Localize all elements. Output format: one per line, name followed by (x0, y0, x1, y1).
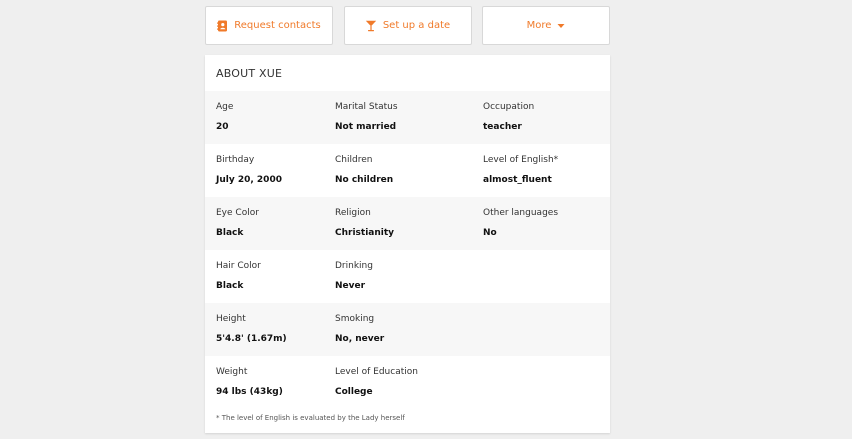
field-label: Level of English* (483, 155, 559, 165)
info-field-occupation: Occupation teacher (483, 101, 534, 134)
info-field-birthday: Birthday July 20, 2000 (216, 154, 282, 187)
info-field-smoking: Smoking No, never (335, 313, 384, 346)
field-value: teacher (483, 122, 522, 132)
info-field-level-of-education: Level of Education College (335, 366, 418, 399)
info-field-eye-color: Eye Color Black (216, 207, 259, 240)
field-value: July 20, 2000 (216, 175, 282, 185)
field-label: Weight (216, 367, 248, 377)
field-label: Drinking (335, 261, 373, 271)
field-label: Level of Education (335, 367, 418, 377)
more-label: More (526, 20, 552, 31)
set-up-date-button[interactable]: Set up a date (343, 6, 472, 45)
caret-down-icon (557, 23, 565, 29)
info-field-weight: Weight 94 lbs (43kg) (216, 366, 283, 399)
info-field-other-languages: Other languages No (483, 207, 558, 240)
field-label: Age (216, 102, 234, 112)
cocktail-glass-icon (365, 20, 377, 32)
info-field-religion: Religion Christianity (335, 207, 394, 240)
field-label: Occupation (483, 102, 535, 112)
more-button[interactable]: More (482, 6, 610, 45)
set-up-date-label: Set up a date (382, 20, 451, 31)
info-row: Eye Color Black Religion Christianity Ot… (205, 197, 610, 250)
field-label: Smoking (335, 314, 375, 324)
field-value: Not married (335, 122, 397, 132)
field-value: No children (335, 175, 394, 185)
field-value: Christianity (335, 228, 395, 238)
field-value: No, never (335, 334, 385, 344)
info-row: Weight 94 lbs (43kg) Level of Education … (205, 356, 610, 409)
field-value: 20 (216, 122, 229, 132)
field-value: No (483, 228, 497, 238)
about-card: ABOUT XUE Age 20 Marital Status Not marr… (205, 55, 610, 433)
info-field-height: Height 5'4.8' (1.67m) (216, 313, 287, 346)
info-field-hair-color: Hair Color Black (216, 260, 261, 293)
field-label: Eye Color (216, 208, 259, 218)
info-row: Height 5'4.8' (1.67m) Smoking No, never (205, 303, 610, 356)
field-label: Marital Status (335, 102, 398, 112)
info-field-children: Children No children (335, 154, 393, 187)
field-value: Never (335, 281, 366, 291)
field-label: Height (216, 314, 246, 324)
contact-book-icon (217, 20, 228, 32)
field-value: almost_fluent (483, 175, 552, 185)
field-value: 5'4.8' (1.67m) (216, 334, 287, 344)
request-contacts-label: Request contacts (234, 20, 321, 31)
info-field-marital-status: Marital Status Not married (335, 101, 398, 134)
info-row: Hair Color Black Drinking Never (205, 250, 610, 303)
action-bar: Request contacts Set up a date More (205, 6, 610, 45)
info-row: Age 20 Marital Status Not married Occupa… (205, 91, 610, 144)
field-label: Hair Color (216, 261, 261, 271)
info-field-drinking: Drinking Never (335, 260, 373, 293)
field-value: 94 lbs (43kg) (216, 387, 283, 397)
info-row: Birthday July 20, 2000 Children No child… (205, 144, 610, 197)
field-label: Other languages (483, 208, 559, 218)
about-title: ABOUT XUE (216, 67, 283, 80)
field-value: Black (216, 281, 244, 291)
field-value: College (335, 387, 373, 397)
field-label: Religion (335, 208, 371, 218)
request-contacts-button[interactable]: Request contacts (205, 6, 333, 45)
info-field-level-of-english: Level of English* almost_fluent (483, 154, 558, 187)
english-level-footnote: * The level of English is evaluated by t… (216, 414, 405, 422)
field-label: Children (335, 155, 373, 165)
profile-panel: Request contacts Set up a date More ABOU… (205, 6, 610, 433)
field-value: Black (216, 228, 244, 238)
info-field-age: Age 20 (216, 101, 233, 134)
field-label: Birthday (216, 155, 255, 165)
